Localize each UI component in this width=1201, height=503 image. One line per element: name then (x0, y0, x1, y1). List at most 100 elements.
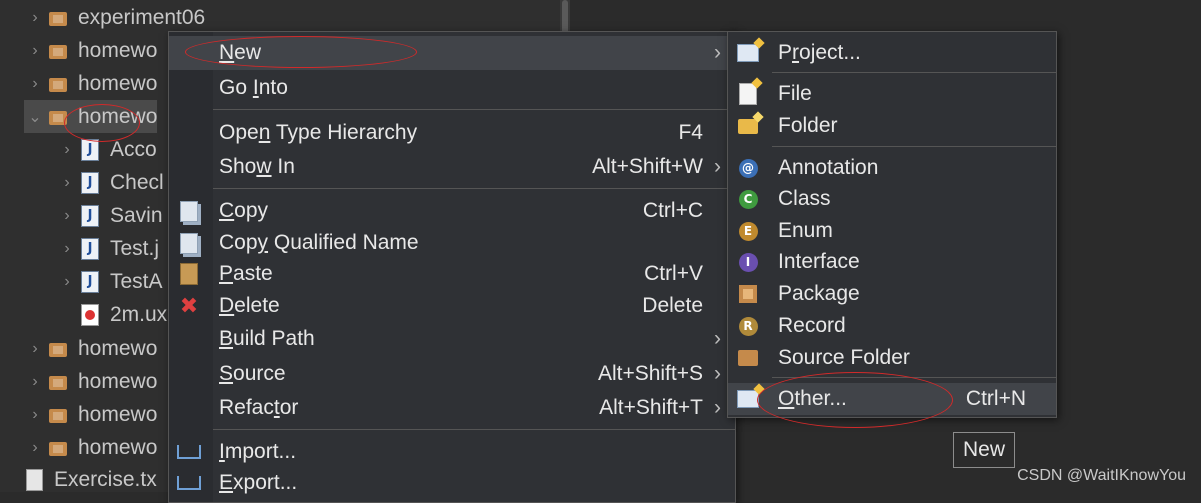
chevron-right-icon[interactable]: › (56, 141, 78, 159)
menu-item-go-into[interactable]: Go Into (169, 71, 735, 105)
menu-item-import[interactable]: Import... (169, 435, 735, 469)
copy-icon (177, 199, 201, 223)
chevron-right-icon[interactable]: › (24, 75, 46, 93)
menu-item-delete-label: Delete (219, 294, 280, 317)
text-file-icon (22, 468, 46, 492)
menu-item-refactor[interactable]: Refactor Alt+Shift+T › (169, 391, 735, 425)
submenu-item-package[interactable]: Package (728, 278, 1056, 310)
tree-item[interactable]: › homewo (24, 365, 157, 398)
menu-item-open-type-hierarchy[interactable]: Open Type Hierarchy F4 (169, 116, 735, 150)
shortcut-refactor: Alt+Shift+T (599, 396, 703, 419)
chevron-right-icon[interactable]: › (24, 439, 46, 457)
submenu-item-interface-label: Interface (778, 250, 860, 273)
menu-item-build-path[interactable]: Build Path › (169, 322, 735, 356)
submenu-item-annotation[interactable]: @ Annotation (728, 152, 1056, 184)
submenu-item-class-label: Class (778, 187, 831, 210)
import-icon (177, 440, 201, 464)
menu-separator (772, 146, 1056, 147)
tree-item[interactable]: › J Savin (56, 199, 163, 232)
tree-item[interactable]: ⌄ homewo (24, 100, 158, 133)
menu-item-paste-label: Paste (219, 262, 273, 285)
menu-item-copy-qualified-name[interactable]: Copy Qualified Name (169, 226, 735, 260)
submenu-item-annotation-label: Annotation (778, 156, 879, 179)
new-submenu: Project... File Folder @ Annotation C Cl… (727, 31, 1057, 418)
tree-item-label: Checl (110, 170, 164, 194)
menu-separator (772, 377, 1056, 378)
source-folder-icon (736, 346, 760, 370)
chevron-down-icon[interactable]: ⌄ (24, 107, 46, 127)
java-file-icon: J (78, 138, 102, 162)
menu-item-delete[interactable]: ✖ Delete Delete (169, 289, 735, 323)
tree-item-label: homewo (78, 38, 158, 62)
submenu-item-project[interactable]: Project... (728, 37, 1056, 69)
chevron-right-icon[interactable]: › (56, 273, 78, 291)
tree-item[interactable]: › J Acco (56, 133, 157, 166)
tree-item[interactable]: › homewo (24, 398, 157, 431)
submenu-item-interface[interactable]: I Interface (728, 246, 1056, 278)
tree-item[interactable]: › homewo (24, 332, 157, 365)
shortcut-show-in: Alt+Shift+W (592, 155, 703, 178)
tree-item[interactable]: Exercise.tx (0, 463, 157, 496)
submenu-arrow-icon: › (714, 327, 721, 350)
project-icon (46, 39, 70, 63)
tree-item-label: homewo (78, 369, 158, 393)
tree-item[interactable]: › J Checl (56, 166, 164, 199)
menu-item-build-path-label: Build Path (219, 327, 315, 350)
tree-item-label: homewo (78, 336, 158, 360)
submenu-item-other-label: Other... (778, 387, 847, 410)
new-folder-icon (736, 114, 760, 138)
menu-item-copy[interactable]: Copy Ctrl+C (169, 194, 735, 228)
submenu-item-folder[interactable]: Folder (728, 110, 1056, 142)
tree-item[interactable]: › homewo (24, 431, 157, 464)
chevron-right-icon[interactable]: › (56, 174, 78, 192)
menu-item-paste[interactable]: Paste Ctrl+V (169, 257, 735, 291)
submenu-item-file[interactable]: File (728, 78, 1056, 110)
tree-item[interactable]: › experiment06 (24, 1, 205, 34)
chevron-right-icon[interactable]: › (56, 207, 78, 225)
submenu-item-class[interactable]: C Class (728, 183, 1056, 215)
context-menu: New › Go Into Open Type Hierarchy F4 Sho… (168, 31, 736, 503)
class-icon: C (736, 187, 760, 211)
menu-item-show-in[interactable]: Show In Alt+Shift+W › (169, 150, 735, 184)
tree-item-label: homewo (78, 104, 158, 128)
chevron-right-icon[interactable]: › (24, 406, 46, 424)
chevron-right-icon[interactable]: › (24, 373, 46, 391)
submenu-item-enum[interactable]: E Enum (728, 215, 1056, 247)
submenu-item-source-folder[interactable]: Source Folder (728, 342, 1056, 374)
shortcut-source: Alt+Shift+S (597, 362, 703, 385)
submenu-item-record[interactable]: R Record (728, 310, 1056, 342)
delete-icon: ✖ (179, 293, 199, 318)
tree-item-label: Savin (110, 203, 163, 227)
project-icon (46, 436, 70, 460)
project-icon (46, 105, 70, 129)
menu-item-new[interactable]: New › (169, 36, 735, 70)
menu-item-source[interactable]: Source Alt+Shift+S › (169, 357, 735, 391)
project-icon (46, 6, 70, 30)
chevron-right-icon[interactable]: › (24, 340, 46, 358)
tree-item-label: homewo (78, 402, 158, 426)
menu-item-go-into-label: Go Into (219, 76, 288, 99)
menu-item-export[interactable]: Export... (169, 466, 735, 500)
shortcut-copy: Ctrl+C (642, 199, 703, 222)
submenu-arrow-icon: › (714, 362, 721, 385)
tree-item[interactable]: › homewo (24, 34, 157, 67)
tree-item[interactable]: › J TestA (56, 265, 163, 298)
submenu-item-other[interactable]: Other... Ctrl+N (728, 383, 1056, 415)
new-file-icon (736, 82, 760, 106)
tree-item[interactable]: › J Test.j (56, 232, 159, 265)
record-icon: R (736, 314, 760, 338)
chevron-right-icon[interactable]: › (56, 240, 78, 258)
java-file-icon: J (78, 171, 102, 195)
shortcut-other: Ctrl+N (965, 387, 1026, 410)
tooltip: New (953, 432, 1016, 468)
chevron-right-icon[interactable]: › (24, 42, 46, 60)
submenu-item-folder-label: Folder (778, 114, 838, 137)
tree-item[interactable]: › homewo (24, 67, 157, 100)
tree-item-label: Test.j (110, 236, 160, 260)
submenu-item-package-label: Package (778, 282, 860, 305)
tree-item[interactable]: 2m.ux (56, 298, 167, 331)
tree-item-label: experiment06 (78, 5, 206, 29)
tree-item-label: homewo (78, 71, 158, 95)
export-icon (177, 471, 201, 495)
chevron-right-icon[interactable]: › (24, 9, 46, 27)
